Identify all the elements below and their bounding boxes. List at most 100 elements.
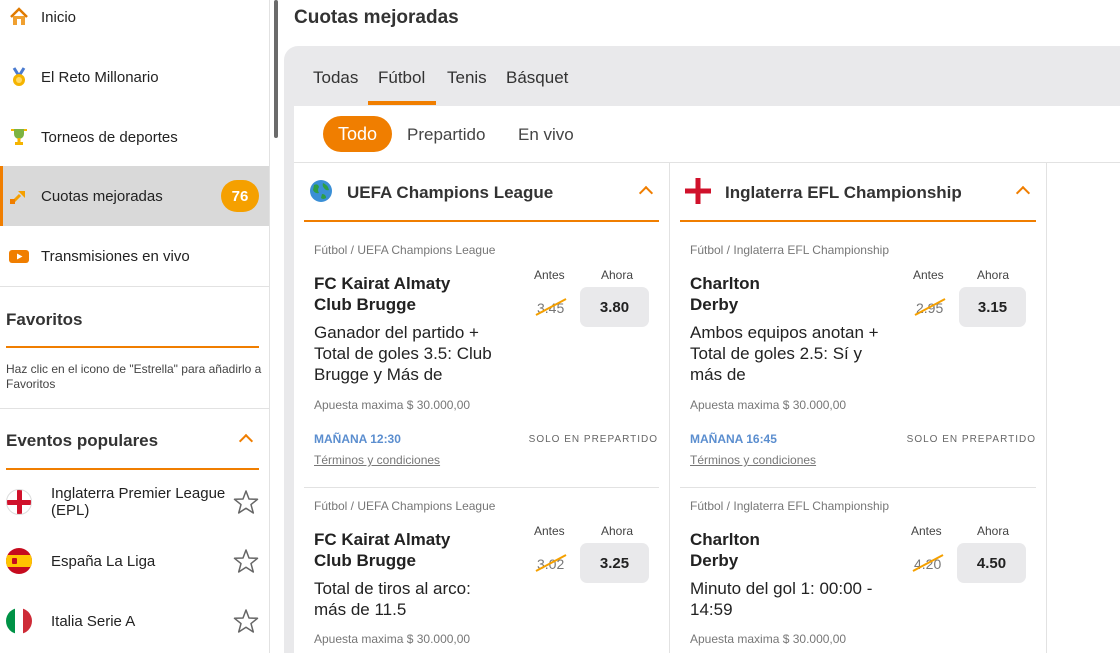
odds-button[interactable]: 3.80 bbox=[580, 287, 649, 327]
medal-icon bbox=[8, 66, 30, 88]
prematch-only-label: SOLO EN PREPARTIDO bbox=[528, 434, 658, 445]
trophy-icon bbox=[8, 126, 30, 148]
league-divider bbox=[304, 220, 659, 222]
league-divider bbox=[680, 220, 1036, 222]
team-away: Derby bbox=[690, 295, 739, 314]
boost-icon bbox=[8, 185, 30, 207]
league-header-efl[interactable]: Inglaterra EFL Championship bbox=[685, 175, 962, 211]
sidebar-item-label: Inicio bbox=[41, 8, 77, 26]
odds-card: Fútbol / UEFA Champions League FC Kairat… bbox=[314, 243, 668, 473]
star-icon[interactable] bbox=[233, 548, 259, 574]
sidebar-item-cuotas-mejoradas[interactable]: Cuotas mejoradas 76 bbox=[0, 166, 269, 226]
count-badge: 76 bbox=[221, 180, 259, 212]
popular-item-label: Inglaterra Premier League (EPL) bbox=[51, 485, 226, 519]
now-label: Ahora bbox=[977, 268, 1010, 282]
popular-events-divider bbox=[6, 468, 259, 470]
popular-item-serie-a[interactable]: Italia Serie A bbox=[0, 591, 269, 651]
tab-basquet[interactable]: Básquet bbox=[506, 68, 568, 88]
card-breadcrumb: Fútbol / UEFA Champions League bbox=[314, 243, 496, 257]
event-time: MAÑANA 16:45 bbox=[690, 432, 777, 446]
max-bet: Apuesta maxima $ 30.000,00 bbox=[314, 398, 471, 412]
favorites-title: Favoritos bbox=[6, 310, 83, 329]
divider bbox=[0, 286, 269, 287]
tab-futbol[interactable]: Fútbol bbox=[378, 68, 425, 88]
subtab-prepartido[interactable]: Prepartido bbox=[407, 125, 485, 145]
sidebar-item-torneos[interactable]: Torneos de deportes bbox=[0, 107, 269, 167]
sidebar-item-label: El Reto Millonario bbox=[41, 68, 159, 86]
before-label: Antes bbox=[913, 268, 944, 282]
market-description: Total de tiros al arco: más de 11.5 bbox=[314, 579, 471, 619]
before-label: Antes bbox=[534, 524, 565, 538]
subtab-en-vivo[interactable]: En vivo bbox=[518, 125, 574, 145]
team-home: FC Kairat Almaty bbox=[314, 274, 451, 293]
team-home: Charlton bbox=[690, 274, 760, 293]
market-description: Ambos equipos anotan + Total de goles 2.… bbox=[690, 323, 879, 384]
popular-events-title: Eventos populares bbox=[6, 431, 159, 450]
now-label: Ahora bbox=[601, 524, 634, 538]
sidebar-item-inicio[interactable]: Inicio bbox=[0, 0, 269, 47]
team-away: Club Brugge bbox=[314, 551, 416, 570]
before-label: Antes bbox=[911, 524, 942, 538]
favorites-hint: Haz clic en el icono de "Estrella" para … bbox=[6, 362, 262, 391]
odds-button[interactable]: 4.50 bbox=[957, 543, 1026, 583]
team-away: Derby bbox=[690, 551, 739, 570]
card-breadcrumb: Fútbol / UEFA Champions League bbox=[314, 499, 496, 513]
england-flag-icon bbox=[685, 177, 711, 209]
max-bet: Apuesta maxima $ 30.000,00 bbox=[690, 398, 847, 412]
now-label: Ahora bbox=[601, 268, 634, 282]
market-description: Ganador del partido + Total de goles 3.5… bbox=[314, 323, 492, 384]
collapse-chevron-icon[interactable] bbox=[238, 433, 254, 449]
now-label: Ahora bbox=[977, 524, 1010, 538]
odds-card: Fútbol / Inglaterra EFL Championship Cha… bbox=[690, 243, 1044, 473]
page-title: Cuotas mejoradas bbox=[294, 7, 459, 28]
sidebar-item-reto-millonario[interactable]: El Reto Millonario bbox=[0, 47, 269, 107]
divider bbox=[0, 408, 269, 409]
team-home: FC Kairat Almaty bbox=[314, 530, 451, 549]
live-stream-icon bbox=[8, 245, 30, 267]
italy-flag-icon bbox=[6, 608, 32, 634]
max-bet: Apuesta maxima $ 30.000,00 bbox=[690, 632, 847, 646]
sidebar-item-label: Torneos de deportes bbox=[41, 128, 178, 146]
prematch-only-label: SOLO EN PREPARTIDO bbox=[906, 434, 1036, 445]
league-title: UEFA Champions League bbox=[347, 183, 554, 202]
terms-link[interactable]: Términos y condiciones bbox=[314, 453, 440, 467]
popular-item-label: España La Liga bbox=[51, 552, 156, 570]
divider bbox=[304, 487, 659, 488]
league-header-ucl[interactable]: UEFA Champions League bbox=[309, 175, 553, 211]
odds-button[interactable]: 3.25 bbox=[580, 543, 649, 583]
star-icon[interactable] bbox=[233, 489, 259, 515]
popular-item-label: Italia Serie A bbox=[51, 612, 136, 630]
subtab-todo[interactable]: Todo bbox=[323, 116, 392, 152]
sidebar-scrollbar[interactable] bbox=[274, 0, 278, 138]
globe-icon bbox=[309, 179, 333, 208]
odds-button[interactable]: 3.15 bbox=[959, 287, 1026, 327]
popular-item-epl[interactable]: Inglaterra Premier League (EPL) bbox=[0, 472, 269, 532]
odds-card: Fútbol / Inglaterra EFL Championship Cha… bbox=[690, 499, 1044, 653]
league-title: Inglaterra EFL Championship bbox=[725, 183, 962, 202]
active-tab-indicator bbox=[368, 101, 436, 105]
event-time: MAÑANA 12:30 bbox=[314, 432, 401, 446]
tab-tenis[interactable]: Tenis bbox=[447, 68, 487, 88]
terms-link[interactable]: Términos y condiciones bbox=[690, 453, 816, 467]
sidebar: Inicio El Reto Millonario Torneos de dep… bbox=[0, 0, 270, 653]
sidebar-item-label: Transmisiones en vivo bbox=[41, 247, 190, 265]
sidebar-item-transmisiones[interactable]: Transmisiones en vivo bbox=[0, 226, 269, 286]
odds-card: Fútbol / UEFA Champions League FC Kairat… bbox=[314, 499, 668, 653]
column-divider bbox=[1046, 162, 1047, 653]
column-divider bbox=[669, 162, 670, 653]
divider bbox=[680, 487, 1036, 488]
team-home: Charlton bbox=[690, 530, 760, 549]
sidebar-item-label: Cuotas mejoradas bbox=[41, 187, 163, 205]
card-breadcrumb: Fútbol / Inglaterra EFL Championship bbox=[690, 243, 889, 257]
star-icon[interactable] bbox=[233, 608, 259, 634]
favorites-divider bbox=[6, 346, 259, 348]
popular-item-laliga[interactable]: España La Liga bbox=[0, 531, 269, 591]
before-label: Antes bbox=[534, 268, 565, 282]
home-icon bbox=[8, 6, 30, 28]
england-flag-icon bbox=[6, 489, 32, 515]
team-away: Club Brugge bbox=[314, 295, 416, 314]
divider bbox=[294, 162, 1120, 163]
max-bet: Apuesta maxima $ 30.000,00 bbox=[314, 632, 471, 646]
tab-todas[interactable]: Todas bbox=[313, 68, 358, 88]
market-description: Minuto del gol 1: 00:00 - 14:59 bbox=[690, 579, 873, 619]
